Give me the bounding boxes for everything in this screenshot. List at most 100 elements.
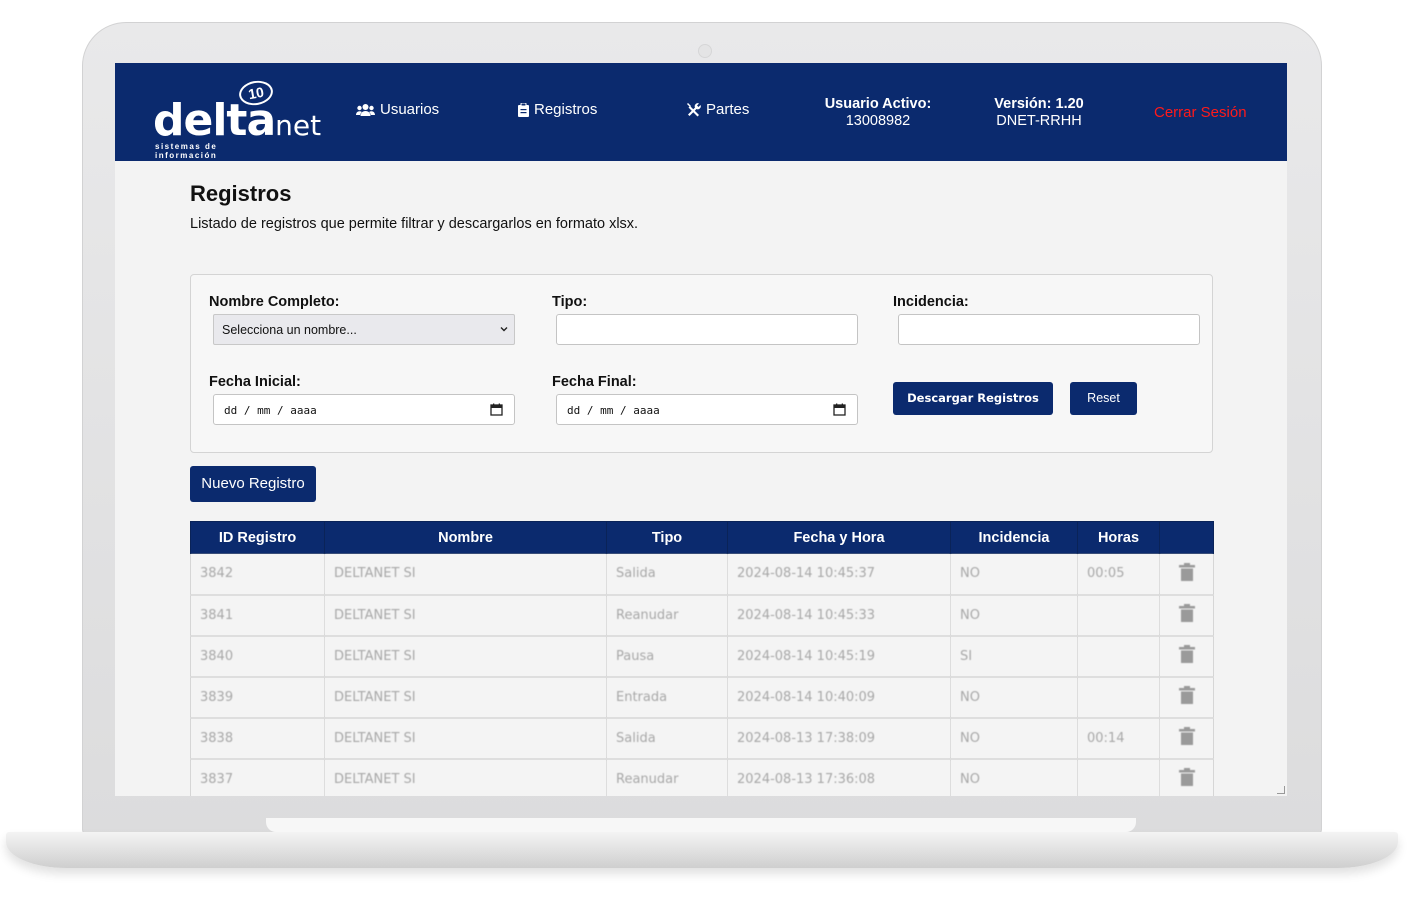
cell-incidence: SI	[950, 635, 1078, 678]
cell-datetime: 2024-08-13 17:36:08	[727, 758, 951, 796]
trash-icon[interactable]	[1178, 562, 1195, 581]
cell-actions	[1159, 635, 1214, 678]
version-info: Versión: 1.20 DNET-RRHH	[994, 96, 1084, 129]
calendar-icon[interactable]	[490, 403, 503, 416]
cell-id: 3838	[190, 717, 325, 760]
cell-id: 3839	[190, 676, 325, 719]
cell-incidence: NO	[950, 676, 1078, 719]
cell-id: 3840	[190, 635, 325, 678]
active-user-info: Usuario Activo: 13008982	[824, 96, 932, 129]
cell-name: DELTANET SI	[324, 594, 607, 637]
clipboard-icon	[518, 102, 529, 117]
name-filter-label: Nombre Completo:	[209, 294, 340, 310]
screen: 10 deltanet sistemas de información Usua…	[115, 63, 1287, 796]
trash-icon[interactable]	[1178, 604, 1195, 622]
trash-icon[interactable]	[1178, 686, 1195, 704]
start-date-label: Fecha Inicial:	[209, 374, 301, 390]
cell-datetime: 2024-08-14 10:45:19	[727, 635, 951, 678]
cell-name: DELTANET SI	[324, 717, 607, 760]
name-select[interactable]: Selecciona un nombre...	[213, 314, 515, 345]
logout-link[interactable]: Cerrar Sesión	[1154, 104, 1247, 121]
calendar-icon[interactable]	[833, 403, 846, 416]
cell-hours	[1077, 676, 1160, 719]
header-type[interactable]: Tipo	[606, 521, 728, 554]
incidence-input[interactable]	[898, 314, 1200, 345]
trash-icon[interactable]	[1178, 645, 1195, 663]
cell-type: Entrada	[606, 676, 728, 719]
cell-datetime: 2024-08-14 10:40:09	[727, 676, 951, 719]
cell-type: Pausa	[606, 635, 728, 678]
cell-type: Reanudar	[606, 594, 728, 637]
end-date-label: Fecha Final:	[552, 374, 637, 390]
laptop-base	[6, 832, 1398, 868]
users-icon	[356, 103, 375, 116]
chevron-down-icon	[500, 327, 508, 332]
header-actions	[1159, 521, 1214, 554]
cell-type: Reanudar	[606, 758, 728, 796]
trash-icon[interactable]	[1178, 768, 1195, 786]
tools-icon	[687, 103, 701, 117]
cell-type: Salida	[606, 553, 728, 596]
cell-incidence: NO	[950, 758, 1078, 796]
table-row[interactable]: 3842 DELTANET SI Salida 2024-08-14 10:45…	[190, 553, 1214, 596]
download-records-button[interactable]: Descargar Registros	[893, 382, 1053, 415]
header-hours[interactable]: Horas	[1077, 521, 1160, 554]
cell-actions	[1159, 553, 1214, 596]
cell-hours: 00:05	[1077, 553, 1160, 596]
navbar: 10 deltanet sistemas de información Usua…	[115, 63, 1287, 161]
type-filter-label: Tipo:	[552, 294, 588, 310]
table-row[interactable]: 3837 DELTANET SI Reanudar 2024-08-13 17:…	[190, 758, 1214, 796]
nav-item-usuarios[interactable]: Usuarios	[356, 101, 439, 118]
records-table: ID Registro Nombre Tipo Fecha y Hora Inc…	[190, 521, 1214, 796]
resize-grip[interactable]	[1277, 786, 1285, 794]
type-input[interactable]	[556, 314, 858, 345]
cell-datetime: 2024-08-14 10:45:33	[727, 594, 951, 637]
cell-hours	[1077, 635, 1160, 678]
cell-hours: 00:14	[1077, 717, 1160, 760]
cell-name: DELTANET SI	[324, 758, 607, 796]
header-name[interactable]: Nombre	[324, 521, 607, 554]
cell-id: 3837	[190, 758, 325, 796]
logo-tagline: sistemas de información	[155, 142, 218, 160]
cell-actions	[1159, 717, 1214, 760]
cell-hours	[1077, 758, 1160, 796]
cell-id: 3842	[190, 553, 325, 596]
cell-datetime: 2024-08-13 17:38:09	[727, 717, 951, 760]
logo-wordmark: deltanet	[153, 95, 322, 146]
cell-incidence: NO	[950, 717, 1078, 760]
cell-actions	[1159, 594, 1214, 637]
page-title: Registros	[190, 181, 292, 206]
end-date-input[interactable]: dd / mm / aaaa	[556, 394, 858, 425]
cell-name: DELTANET SI	[324, 676, 607, 719]
cell-id: 3841	[190, 594, 325, 637]
cell-name: DELTANET SI	[324, 635, 607, 678]
camera-dot	[698, 44, 712, 58]
start-date-input[interactable]: dd / mm / aaaa	[213, 394, 515, 425]
cell-incidence: NO	[950, 594, 1078, 637]
trash-icon[interactable]	[1178, 727, 1195, 745]
page-description: Listado de registros que permite filtrar…	[190, 216, 639, 232]
cell-actions	[1159, 676, 1214, 719]
incidence-filter-label: Incidencia:	[893, 294, 969, 310]
header-datetime[interactable]: Fecha y Hora	[727, 521, 951, 554]
cell-name: DELTANET SI	[324, 553, 607, 596]
cell-actions	[1159, 758, 1214, 796]
filters-panel: Nombre Completo: Selecciona un nombre...…	[190, 274, 1213, 453]
nav-item-partes[interactable]: Partes	[686, 101, 749, 118]
new-record-button[interactable]: Nuevo Registro	[190, 466, 316, 502]
header-incidence[interactable]: Incidencia	[950, 521, 1078, 554]
nav-item-registros[interactable]: Registros	[518, 101, 597, 118]
laptop-base-notch	[266, 818, 1136, 832]
cell-datetime: 2024-08-14 10:45:37	[727, 553, 951, 596]
table-header-row: ID Registro Nombre Tipo Fecha y Hora Inc…	[190, 521, 1214, 554]
table-row[interactable]: 3840 DELTANET SI Pausa 2024-08-14 10:45:…	[190, 635, 1214, 678]
cell-type: Salida	[606, 717, 728, 760]
cell-hours	[1077, 594, 1160, 637]
header-id[interactable]: ID Registro	[190, 521, 325, 554]
table-row[interactable]: 3838 DELTANET SI Salida 2024-08-13 17:38…	[190, 717, 1214, 760]
deltanet-logo[interactable]: 10 deltanet sistemas de información	[153, 77, 321, 160]
table-row[interactable]: 3839 DELTANET SI Entrada 2024-08-14 10:4…	[190, 676, 1214, 719]
table-row[interactable]: 3841 DELTANET SI Reanudar 2024-08-14 10:…	[190, 594, 1214, 637]
reset-button[interactable]: Reset	[1070, 382, 1137, 415]
cell-incidence: NO	[950, 553, 1078, 596]
